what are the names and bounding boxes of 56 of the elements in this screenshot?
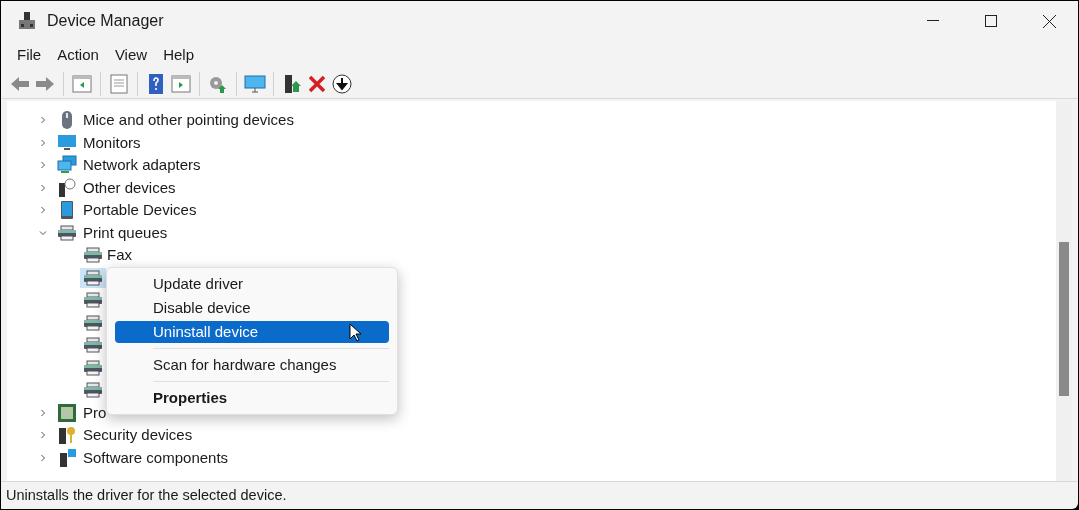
printer-icon (83, 269, 103, 286)
menu-item[interactable]: Disable device (115, 297, 389, 319)
tree-item[interactable]: Pro (83, 401, 107, 424)
menu-item[interactable]: Update driver (115, 273, 389, 295)
expand-chevron-icon[interactable] (39, 161, 47, 170)
action-pane-icon[interactable] (170, 72, 192, 95)
expand-chevron-icon[interactable] (39, 116, 47, 125)
menu-item[interactable]: Properties (115, 387, 389, 409)
expand-chevron-icon[interactable] (39, 431, 47, 440)
menu-item[interactable]: File (9, 43, 50, 67)
menu-item[interactable]: Help (155, 43, 202, 67)
minimize-icon (927, 20, 939, 22)
collapse-chevron-icon[interactable] (39, 228, 47, 237)
menu-item[interactable]: Scan for hardware changes (115, 354, 389, 376)
printer-icon (83, 314, 103, 331)
console-tree-icon[interactable] (71, 72, 93, 95)
printer-icon (83, 337, 103, 354)
close-icon (1042, 14, 1056, 28)
printer-icon (83, 292, 103, 309)
tree-item[interactable]: Other devices (83, 176, 176, 199)
menu-item[interactable]: Action (49, 43, 107, 67)
tree-item[interactable]: Print queues (83, 221, 168, 244)
printer-icon (83, 359, 103, 376)
window-title: Device Manager (47, 11, 164, 31)
network-icon (57, 155, 77, 176)
expand-chevron-icon[interactable] (39, 138, 47, 147)
tree-item[interactable]: Software components (83, 446, 229, 469)
device-manager-icon (17, 11, 37, 31)
scrollbar-thumb[interactable] (1059, 242, 1069, 396)
expand-chevron-icon[interactable] (39, 183, 47, 192)
monitor-icon[interactable] (244, 72, 266, 95)
key-device-icon (57, 425, 77, 446)
question-device-icon (57, 177, 77, 198)
printer-icon (83, 247, 103, 264)
tree-item[interactable]: Network adapters (83, 154, 201, 177)
properties-icon[interactable] (108, 72, 130, 95)
expand-chevron-icon[interactable] (39, 408, 47, 417)
software-device-icon (57, 447, 77, 468)
menu-item[interactable]: View (106, 43, 156, 67)
device-entry[interactable] (80, 267, 106, 288)
tree-item[interactable]: Monitors (83, 131, 141, 154)
tree-item[interactable]: Security devices (83, 424, 193, 447)
expand-chevron-icon[interactable] (39, 206, 47, 215)
status-text: Uninstalls the driver for the selected device. (6, 485, 287, 505)
tree-item[interactable]: Portable Devices (83, 199, 197, 222)
expand-chevron-icon[interactable] (39, 453, 47, 462)
download-circle-icon[interactable] (331, 72, 353, 95)
maximize-icon (985, 15, 997, 27)
chip-icon (57, 402, 77, 423)
printer-icon (57, 224, 77, 241)
cursor-icon (349, 322, 361, 342)
tree-item[interactable]: Mice and other pointing devices (83, 109, 294, 132)
device-entry[interactable]: Fax (80, 245, 135, 266)
menu-item[interactable]: Uninstall device (115, 321, 389, 343)
printer-icon (83, 382, 103, 399)
monitor-icon (57, 132, 77, 153)
